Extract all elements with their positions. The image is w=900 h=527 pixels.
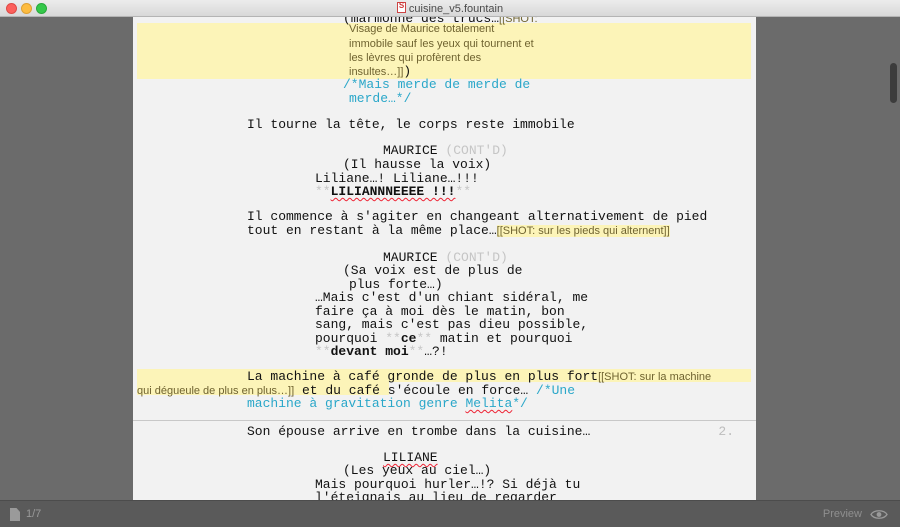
- bold-dialogue: devant moi: [330, 344, 409, 359]
- shot-note-line: immobile sauf les yeux qui tournent et: [349, 38, 534, 50]
- comment-line: machine à gravitation genre Melita*/: [247, 396, 528, 412]
- contd-marker: (CONT'D): [445, 143, 508, 158]
- dialogue-line: **devant moi**…?!: [315, 344, 448, 360]
- scroll-thumb[interactable]: [890, 63, 897, 103]
- action-text: tout en restant à la même place…: [247, 223, 497, 238]
- status-bar: 1/7 Preview: [0, 500, 900, 527]
- window-title: cuisine_v5.fountain: [0, 1, 900, 15]
- bold-marker: **: [315, 344, 331, 359]
- preview-label[interactable]: Preview: [823, 508, 862, 520]
- dialogue-line: l'éteignais au lieu de regarder: [315, 490, 557, 500]
- action-line: Il tourne la tête, le corps reste immobi…: [247, 117, 575, 132]
- comment-text: machine à gravitation genre: [247, 396, 466, 411]
- page-count: 1/7: [26, 508, 42, 520]
- page-icon: [10, 508, 20, 521]
- action-line: tout en restant à la même place…[[SHOT: …: [247, 223, 670, 239]
- shot-note-line: Visage de Maurice totalement: [349, 23, 495, 35]
- bold-dialogue: LILIANNNEEEE !!!: [330, 184, 456, 199]
- comment-text: */: [512, 396, 528, 411]
- page-number: 2.: [718, 424, 734, 439]
- page-break-line: [133, 420, 756, 421]
- dialogue-text: matin et pourquoi: [432, 331, 573, 346]
- script-page[interactable]: (marmonne des trucs…[[SHOT: Visage de Ma…: [133, 17, 756, 500]
- comment-misspelled-word: Melita: [465, 396, 513, 411]
- shot-note: [[SHOT: sur la machine: [598, 371, 712, 383]
- comment-line: merde…*/: [349, 91, 412, 106]
- character-name: MAURICE: [383, 143, 438, 158]
- dialogue-text: …?!: [424, 344, 448, 359]
- shot-note: [[SHOT: sur les pieds qui alternent]]: [496, 225, 670, 237]
- bold-marker: **: [315, 184, 331, 199]
- shot-note: [[SHOT:: [499, 17, 538, 25]
- bold-marker: **: [408, 344, 425, 359]
- comment-text: /*Une: [536, 383, 576, 398]
- dialogue-line: **LILIANNNEEEE !!!**: [315, 184, 471, 200]
- action-line: Son épouse arrive en trombe dans la cuis…: [247, 424, 591, 439]
- bold-marker: **: [455, 184, 472, 199]
- window-title-text: cuisine_v5.fountain: [408, 3, 504, 15]
- title-bar: cuisine_v5.fountain: [0, 0, 900, 17]
- action-text: La machine à café gronde de plus en plus…: [247, 369, 599, 384]
- fountain-document-icon: [396, 1, 406, 13]
- eye-icon[interactable]: [870, 509, 888, 520]
- vertical-scrollbar[interactable]: [888, 17, 900, 500]
